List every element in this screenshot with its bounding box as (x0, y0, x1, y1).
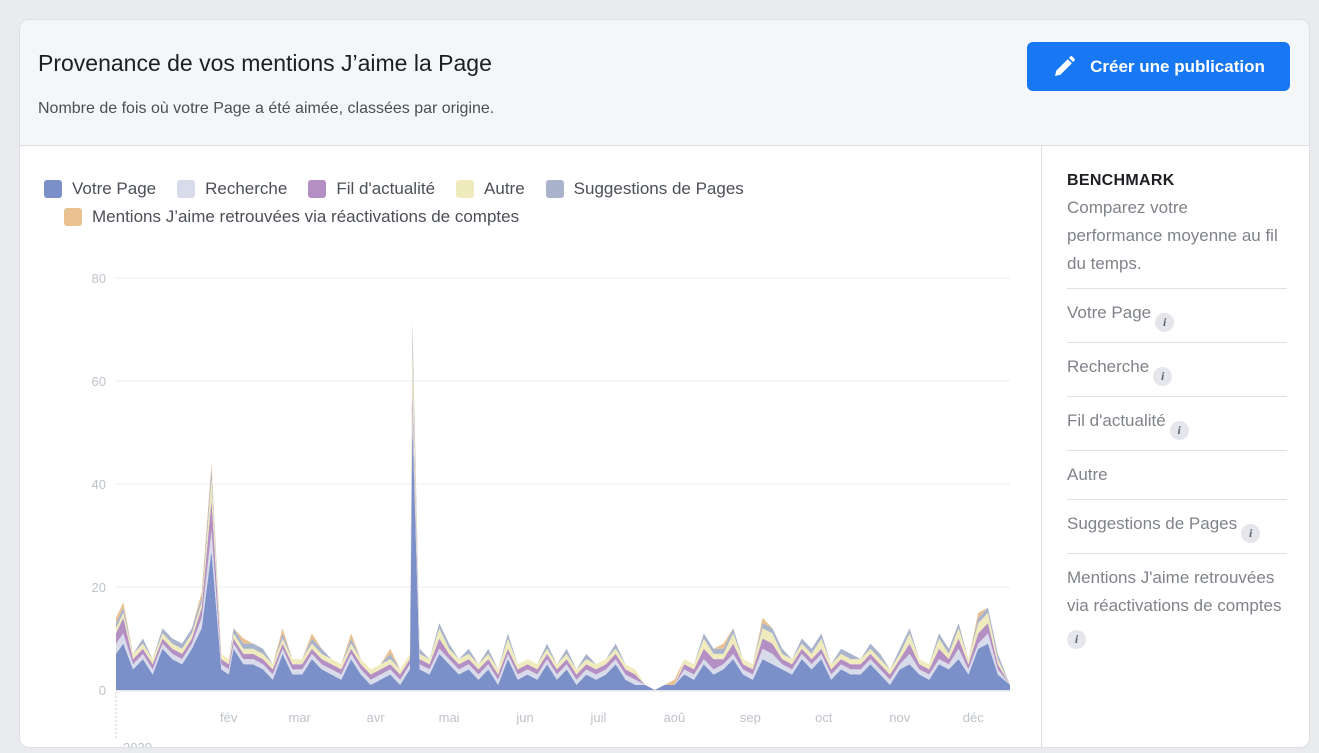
card-subtitle: Nombre de fois où votre Page a été aimée… (38, 100, 495, 117)
benchmark-item[interactable]: Mentions J'aime retrouvées via réactivat… (1067, 553, 1287, 659)
pencil-icon (1055, 55, 1076, 76)
info-icon[interactable]: i (1241, 524, 1261, 543)
page-likes-card: Provenance de vos mentions J’aime la Pag… (19, 19, 1310, 748)
area-series (116, 344, 1010, 690)
x-tick-label: sep (740, 710, 761, 725)
create-post-button[interactable]: Créer une publication (1027, 42, 1290, 91)
benchmark-item[interactable]: Fil d'actualité i (1067, 396, 1287, 450)
info-icon[interactable]: i (1153, 367, 1173, 386)
benchmark-item[interactable]: Suggestions de Pages i (1067, 499, 1287, 553)
benchmark-title: BENCHMARK (1067, 172, 1175, 189)
benchmark-item-label: Autre (1067, 465, 1108, 484)
x-tick-label: mar (289, 710, 312, 725)
benchmark-panel: BENCHMARK Comparez votre performance moy… (1067, 172, 1287, 659)
benchmark-item-label: Suggestions de Pages (1067, 514, 1238, 533)
x-tick-label: aoû (664, 710, 686, 725)
area-series (116, 319, 1010, 690)
year-label: 2020 (123, 740, 152, 747)
y-tick-label: 0 (99, 683, 106, 698)
info-icon[interactable]: i (1169, 421, 1189, 440)
benchmark-item-label: Recherche (1067, 357, 1150, 376)
card-header: Provenance de vos mentions J’aime la Pag… (20, 20, 1309, 146)
area-series (116, 324, 1010, 690)
x-tick-label: jun (515, 710, 533, 725)
x-tick-label: nov (889, 710, 910, 725)
x-tick-label: juil (590, 710, 607, 725)
benchmark-item-label: Votre Page (1067, 303, 1152, 322)
x-tick-label: fév (220, 710, 238, 725)
y-tick-label: 20 (92, 580, 106, 595)
y-tick-label: 40 (92, 477, 106, 492)
benchmark-item[interactable]: Autre (1067, 450, 1287, 499)
info-icon[interactable]: i (1155, 313, 1175, 332)
y-tick-label: 60 (92, 374, 106, 389)
benchmark-item-label: Mentions J'aime retrouvées via réactivat… (1067, 568, 1282, 615)
benchmark-item-label: Fil d'actualité (1067, 411, 1166, 430)
info-icon[interactable]: i (1067, 630, 1086, 649)
benchmark-item[interactable]: Recherche i (1067, 342, 1287, 396)
x-tick-label: mai (439, 710, 460, 725)
y-tick-label: 80 (92, 271, 106, 286)
benchmark-description: Comparez votre performance moyenne au fi… (1067, 198, 1278, 273)
create-post-label: Créer une publication (1090, 56, 1265, 76)
stacked-area-chart: 0 20 40 60 80 fév mar avr mai jun juil aoû sep oct nov… (92, 271, 1010, 747)
x-tick-label: avr (367, 710, 386, 725)
panel-divider (1041, 146, 1042, 747)
benchmark-list: Votre Page i Recherche i Fil d'actualité i … (1067, 288, 1287, 659)
x-tick-label: oct (815, 710, 833, 725)
card-title: Provenance de vos mentions J’aime la Pag… (38, 50, 492, 76)
benchmark-item[interactable]: Votre Page i (1067, 288, 1287, 342)
x-tick-label: déc (963, 710, 984, 725)
